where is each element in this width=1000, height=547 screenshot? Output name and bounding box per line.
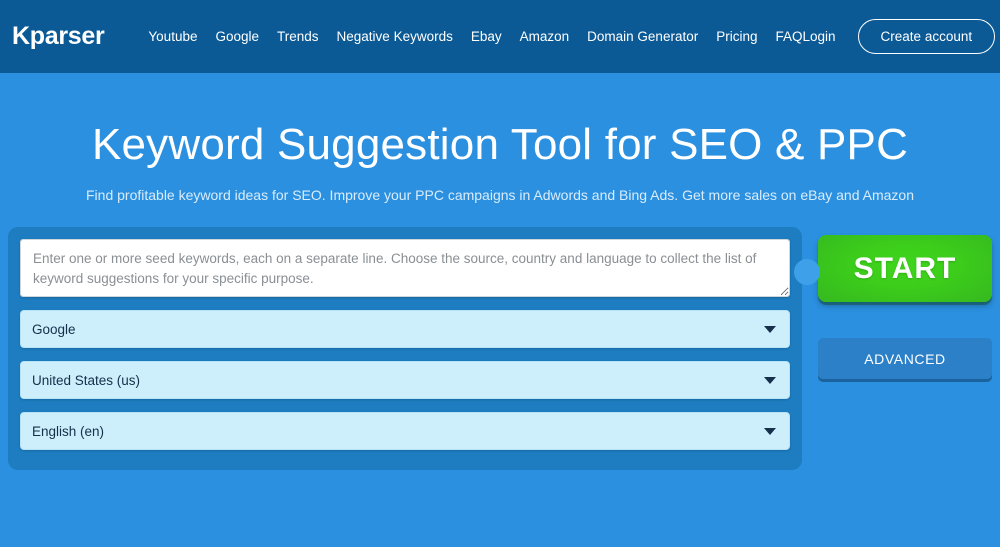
page-subtitle: Find profitable keyword ideas for SEO. I… xyxy=(0,187,1000,203)
form-actions: START ADVANCED xyxy=(818,235,992,379)
nav-item-youtube[interactable]: Youtube xyxy=(148,25,197,48)
header-account-actions: Login Create account xyxy=(803,19,996,55)
nav-item-pricing[interactable]: Pricing xyxy=(716,25,757,48)
country-select-wrap: United States (us) xyxy=(20,361,790,399)
seed-keywords-input[interactable] xyxy=(20,239,790,297)
page-title: Keyword Suggestion Tool for SEO & PPC xyxy=(0,121,1000,169)
country-select[interactable]: United States (us) xyxy=(20,361,790,399)
nav-item-google[interactable]: Google xyxy=(215,25,259,48)
language-select[interactable]: English (en) xyxy=(20,412,790,450)
start-button[interactable]: START xyxy=(818,235,992,302)
site-header: Kparser Youtube Google Trends Negative K… xyxy=(0,0,1000,73)
source-select-wrap: Google xyxy=(20,310,790,348)
nav-item-amazon[interactable]: Amazon xyxy=(520,25,570,48)
site-logo[interactable]: Kparser xyxy=(12,22,104,51)
nav-item-trends[interactable]: Trends xyxy=(277,25,319,48)
keyword-form-area: Google United States (us) English (en) S… xyxy=(0,227,1000,487)
hero-section: Keyword Suggestion Tool for SEO & PPC Fi… xyxy=(0,73,1000,203)
create-account-button[interactable]: Create account xyxy=(858,19,996,55)
login-link[interactable]: Login xyxy=(803,29,836,44)
language-select-wrap: English (en) xyxy=(20,412,790,450)
nav-item-faq[interactable]: FAQ xyxy=(775,25,802,48)
nav-item-ebay[interactable]: Ebay xyxy=(471,25,502,48)
panel-start-connector xyxy=(794,259,820,285)
nav-item-domain-generator[interactable]: Domain Generator xyxy=(587,25,698,48)
source-select[interactable]: Google xyxy=(20,310,790,348)
keyword-form-panel: Google United States (us) English (en) xyxy=(8,227,802,470)
nav-item-negative-keywords[interactable]: Negative Keywords xyxy=(337,25,453,48)
main-navigation: Youtube Google Trends Negative Keywords … xyxy=(148,25,802,48)
advanced-button[interactable]: ADVANCED xyxy=(818,338,992,379)
